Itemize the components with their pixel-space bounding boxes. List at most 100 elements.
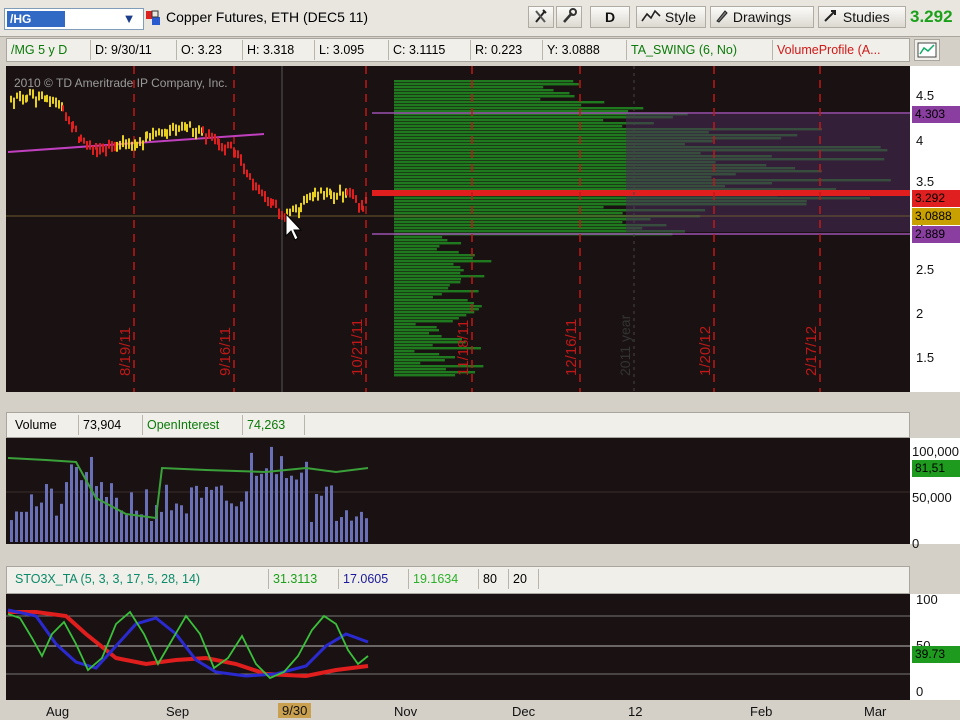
price-bar bbox=[169, 124, 171, 136]
volume-profile-bar bbox=[394, 101, 605, 104]
crosshair-tool-button[interactable] bbox=[528, 6, 554, 28]
symbol-input[interactable]: /HG bbox=[7, 11, 65, 27]
price-bar bbox=[292, 205, 294, 212]
slow-stochastic-line bbox=[8, 610, 369, 679]
price-bar bbox=[336, 192, 338, 200]
volume-label[interactable]: Volume bbox=[11, 415, 79, 435]
settings-tool-button[interactable] bbox=[556, 6, 582, 28]
volume-bar bbox=[95, 486, 98, 542]
price-bar bbox=[122, 135, 124, 148]
volume-profile-bar bbox=[394, 251, 459, 254]
volume-profile-bar bbox=[394, 206, 604, 209]
volume-bar bbox=[60, 503, 63, 542]
volume-chart-panel[interactable] bbox=[6, 438, 910, 544]
open-interest-value: 74,263 bbox=[243, 415, 305, 435]
period-button[interactable]: D bbox=[590, 6, 630, 28]
price-bar bbox=[114, 141, 116, 152]
study-volume-profile[interactable]: VolumeProfile (A... bbox=[773, 40, 909, 60]
price-bar bbox=[75, 125, 77, 133]
volume-profile-bar bbox=[394, 314, 467, 317]
open-interest-label[interactable]: OpenInterest bbox=[143, 415, 243, 435]
price-bar bbox=[136, 141, 138, 149]
volume-bar bbox=[250, 452, 253, 542]
price-bar bbox=[312, 191, 314, 202]
price-bar bbox=[227, 141, 229, 149]
price-bar bbox=[208, 129, 210, 139]
price-tick: 3.5 bbox=[916, 174, 935, 189]
style-button[interactable]: Style bbox=[636, 6, 706, 28]
drawings-button[interactable]: Drawings bbox=[710, 6, 814, 28]
volume-profile-bar bbox=[394, 260, 492, 263]
price-bar bbox=[128, 138, 130, 149]
fit-chart-icon[interactable] bbox=[914, 39, 940, 61]
stochastic-value-2: 17.0605 bbox=[339, 569, 409, 589]
price-chart[interactable]: 8/19/11 9/16/11 10/21/11 11/18/11 12/16/11 1/… bbox=[6, 66, 910, 392]
price-bar bbox=[243, 163, 245, 175]
price-tick: 4 bbox=[916, 133, 924, 148]
symbol-selector[interactable]: /HG ▼ bbox=[4, 8, 144, 30]
price-bar bbox=[119, 140, 121, 150]
price-bar bbox=[342, 191, 344, 203]
price-bar bbox=[49, 96, 51, 107]
price-bar bbox=[38, 91, 40, 101]
price-bar bbox=[86, 141, 88, 150]
price-bar bbox=[349, 187, 351, 198]
price-bar bbox=[155, 130, 157, 137]
stochastic-value-1: 31.3113 bbox=[269, 569, 339, 589]
time-axis[interactable] bbox=[0, 700, 960, 720]
stochastic-tick: 0 bbox=[916, 684, 924, 699]
price-bar bbox=[214, 133, 216, 145]
price-bar bbox=[186, 124, 188, 133]
price-bar bbox=[178, 125, 180, 132]
time-label: Nov bbox=[394, 704, 418, 719]
price-chart-panel[interactable]: 8/19/11 9/16/11 10/21/11 11/18/11 12/16/11 1/… bbox=[6, 66, 910, 392]
volume-profile-bar bbox=[394, 110, 629, 113]
volume-profile-bar bbox=[394, 254, 475, 257]
flag-icon[interactable] bbox=[144, 9, 162, 27]
price-bar bbox=[52, 96, 54, 104]
price-tick: 1.5 bbox=[916, 350, 935, 365]
info-low: L: 3.095 bbox=[315, 40, 389, 60]
price-bar bbox=[234, 149, 236, 158]
instrument-title: Copper Futures, ETH (DEC5 11) bbox=[166, 9, 369, 25]
stochastic-chart[interactable] bbox=[6, 594, 910, 700]
price-bar bbox=[192, 128, 194, 137]
price-bar bbox=[172, 122, 174, 131]
volume-profile-bar bbox=[394, 362, 421, 365]
price-bar bbox=[89, 140, 91, 150]
study-ta-swing[interactable]: TA_SWING (6, No) bbox=[627, 40, 773, 60]
price-bar bbox=[175, 124, 177, 136]
volume-bar bbox=[230, 503, 233, 542]
symbol-period[interactable]: /MG 5 y D bbox=[7, 40, 91, 60]
price-axis[interactable]: 4.5 4 3.5 3 2.5 2 1.5 4.303 3.292 3.0888… bbox=[910, 66, 960, 392]
chevron-down-icon[interactable]: ▼ bbox=[119, 10, 139, 28]
pencil-icon bbox=[716, 10, 728, 23]
time-label: Feb bbox=[750, 704, 773, 719]
volume-chart[interactable] bbox=[6, 438, 910, 544]
stochastic-axis[interactable]: 100 50 0 39.73 bbox=[910, 592, 960, 700]
volume-axis[interactable]: 100,000 50,000 0 81,51 bbox=[910, 438, 960, 551]
price-bar bbox=[358, 203, 360, 213]
volume-profile-bar bbox=[394, 239, 448, 242]
volume-profile-bar bbox=[394, 218, 651, 221]
price-bar bbox=[16, 92, 18, 99]
studies-button[interactable]: Studies bbox=[818, 6, 906, 28]
volume-bar bbox=[160, 511, 163, 542]
price-bar bbox=[211, 132, 213, 141]
volume-bar bbox=[200, 497, 203, 542]
volume-bar bbox=[350, 520, 353, 542]
price-bar bbox=[255, 182, 257, 191]
stochastic-overbought: 80 bbox=[479, 569, 509, 589]
volume-profile-bar bbox=[394, 122, 654, 125]
volume-bar bbox=[330, 485, 333, 542]
volume-bar bbox=[305, 461, 308, 542]
volume-bar bbox=[45, 484, 48, 542]
stochastic-label[interactable]: STO3X_TA (5, 3, 3, 17, 5, 28, 14) bbox=[11, 569, 269, 589]
volume-bar bbox=[270, 446, 273, 542]
volume-bar bbox=[235, 506, 238, 542]
volume-profile-bar bbox=[394, 95, 575, 98]
price-bar bbox=[330, 190, 332, 200]
price-bar bbox=[65, 112, 67, 121]
volume-profile-bar bbox=[394, 353, 440, 356]
stochastic-chart-panel[interactable] bbox=[6, 594, 910, 700]
